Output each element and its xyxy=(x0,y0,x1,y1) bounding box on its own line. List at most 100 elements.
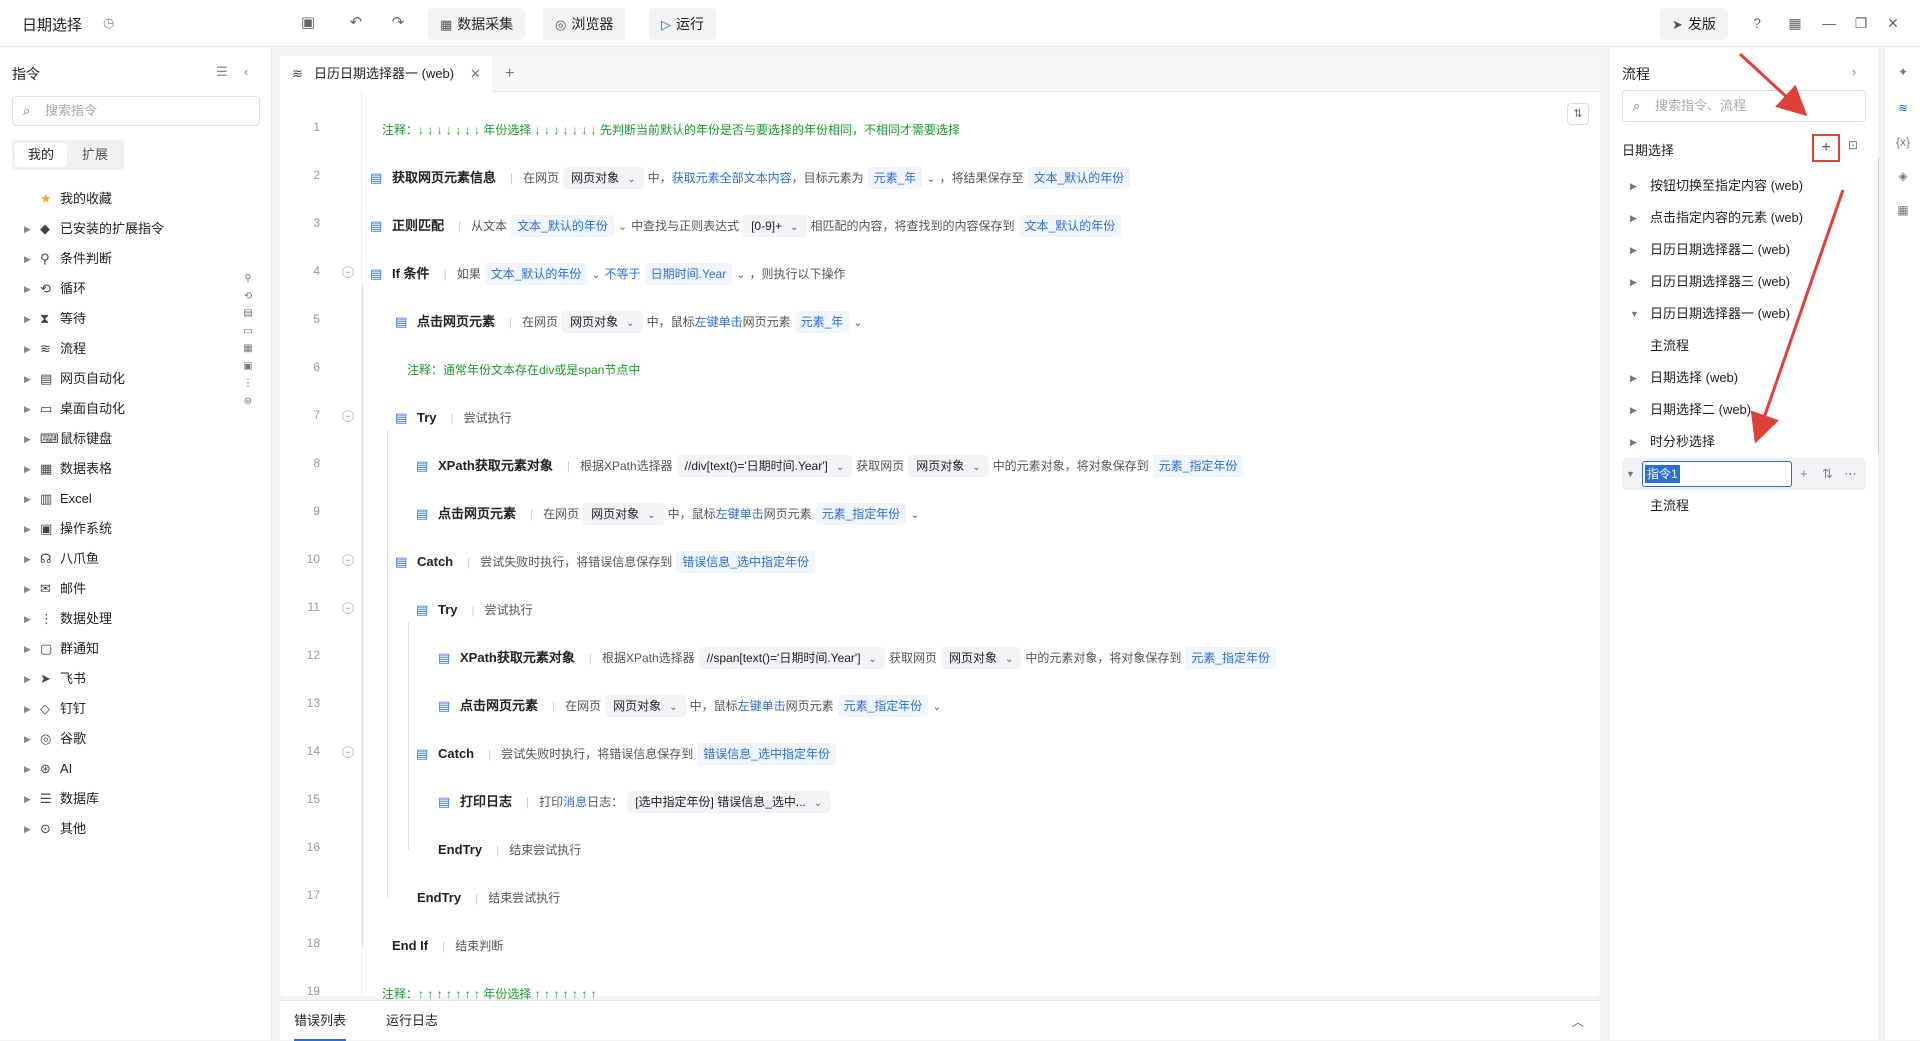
option-link[interactable]: 左键单击 xyxy=(695,315,743,329)
command-row[interactable]: 18 End If | 结束判断 xyxy=(280,922,1590,970)
param-select[interactable]: //span[text()='日期时间.Year'] ⌄ xyxy=(698,647,885,669)
option-link[interactable]: 消息 xyxy=(563,795,587,809)
category-item[interactable]: ★ 我的收藏 xyxy=(0,184,240,214)
undo-icon[interactable]: ↶ xyxy=(345,12,367,34)
close-icon[interactable]: ✕ xyxy=(1882,12,1904,34)
category-item[interactable]: ▶ ⧗ 等待 xyxy=(0,304,240,334)
flow-item[interactable]: ▶ 按钮切换至指定内容 (web) xyxy=(1610,170,1878,202)
command-row[interactable]: 11 − ▤ Try | 尝试执行 xyxy=(280,586,1590,634)
tab-mine[interactable]: 我的 xyxy=(15,143,67,167)
category-item[interactable]: ▶ ▣ 操作系统 xyxy=(0,514,240,544)
fold-icon[interactable]: − xyxy=(342,554,354,566)
redo-icon[interactable]: ↷ xyxy=(387,12,409,34)
command-row[interactable]: 9 ▤ 点击网页元素 | 在网页 网页对象 ⌄ 中，鼠标左键单击网页元素 元素_指定年份 ⌄ xyxy=(280,490,1590,538)
variable-chip[interactable]: 元素_指定年份 xyxy=(837,695,929,717)
flow-item[interactable]: ▶ 日历日期选择器二 (web) xyxy=(1610,234,1878,266)
param-select[interactable]: 网页对象 ⌄ xyxy=(583,503,664,525)
param-select[interactable]: 网页对象 ⌄ xyxy=(563,167,644,189)
category-item[interactable]: ▶ ▤ 网页自动化 xyxy=(0,364,240,394)
chevron-down-icon[interactable]: ⌄ xyxy=(910,509,919,521)
chevron-right-icon[interactable]: › xyxy=(1852,64,1856,79)
help-icon[interactable]: ? xyxy=(1746,12,1768,34)
close-tab-icon[interactable]: ✕ xyxy=(470,56,481,92)
table-icon[interactable]: ▦ xyxy=(238,340,258,358)
command-row[interactable]: 3 ▤ 正则匹配 | 从文本 文本_默认的年份 ⌄ 中查找与正则表达式 [0-9]+ ⌄ 相匹配的内… xyxy=(280,202,1590,250)
flow-icon[interactable]: ≋ xyxy=(1893,98,1913,118)
category-item[interactable]: ▶ ▥ Excel xyxy=(0,484,240,514)
category-item[interactable]: ▶ ☰ 数据库 xyxy=(0,784,240,814)
minimize-icon[interactable]: — xyxy=(1818,12,1840,34)
variable-icon[interactable]: {x} xyxy=(1893,132,1913,152)
param-select[interactable]: 网页对象 ⌄ xyxy=(908,455,989,477)
flow-item[interactable]: ▶ 点击指定内容的元素 (web) xyxy=(1610,202,1878,234)
category-item[interactable]: ▶ ◇ 钉钉 xyxy=(0,694,240,724)
flow-item[interactable]: ▼ 日历日期选择器一 (web) xyxy=(1610,298,1878,330)
command-row[interactable]: 17 EndTry | 结束尝试执行 xyxy=(280,874,1590,922)
flow-search-input[interactable]: ⌕ 搜索指令、流程 xyxy=(1622,90,1866,122)
category-item[interactable]: ▶ ⋮ 数据处理 xyxy=(0,604,240,634)
condition-icon[interactable]: ⚲ xyxy=(238,270,258,288)
chevron-down-icon[interactable]: ⌄ xyxy=(736,269,745,281)
run-button[interactable]: ▷ 运行 xyxy=(649,8,716,40)
category-item[interactable]: ▶ ◎ 谷歌 xyxy=(0,724,240,754)
command-row[interactable]: 4− ▤ If 条件 | 如果 文本_默认的年份 ⌄ 不等于 日期时间.Year ⌄ ，则执行以下操… xyxy=(280,250,1590,298)
param-select[interactable]: //div[text()='日期时间.Year'] ⌄ xyxy=(676,455,853,477)
param-select[interactable]: [选中指定年份] 错误信息_选中... ⌄ xyxy=(627,791,831,813)
option-link[interactable]: 左键单击 xyxy=(738,699,786,713)
flow-name-input[interactable]: 指令1 xyxy=(1642,461,1792,487)
variable-chip[interactable]: 日期时间.Year xyxy=(644,263,733,285)
chevron-down-icon[interactable]: ⌄ xyxy=(932,701,941,713)
variable-chip[interactable]: 文本_默认的年份 xyxy=(511,215,614,237)
option-link[interactable]: 不等于 xyxy=(605,267,641,281)
command-row[interactable]: 8 ▤ XPath获取元素对象 | 根据XPath选择器//div[text()='日期… xyxy=(280,442,1590,490)
command-row[interactable]: 12 ▤ XPath获取元素对象 | 根据XPath选择器//span[text()='… xyxy=(280,634,1590,682)
history-icon[interactable]: ◷ xyxy=(103,15,114,31)
flow-item[interactable]: ▶ 时分秒选择 xyxy=(1610,426,1878,458)
variable-chip[interactable]: 错误信息_选中指定年份 xyxy=(676,551,815,573)
option-link[interactable]: 左键单击 xyxy=(716,507,764,521)
chevron-down-icon[interactable]: ⌄ xyxy=(591,269,600,281)
data-icon[interactable]: ⋮ xyxy=(238,375,258,393)
collapse-icon[interactable]: ‹ xyxy=(244,64,248,79)
command-row[interactable]: 16 EndTry | 结束尝试执行 xyxy=(280,826,1590,874)
save-icon[interactable]: ▣ xyxy=(297,12,319,34)
browser-button[interactable]: ◎ 浏览器 xyxy=(543,8,626,40)
tab-flow[interactable]: ≋ 日历日期选择器一 (web) ✕ xyxy=(280,56,492,92)
category-item[interactable]: ▶ ⌨ 鼠标键盘 xyxy=(0,424,240,454)
command-search-input[interactable]: ⌕ 搜索指令 xyxy=(12,96,260,126)
add-flow-button[interactable]: + xyxy=(1812,134,1840,162)
restore-icon[interactable]: ❐ xyxy=(1850,12,1872,34)
category-item[interactable]: ▶ ◆ 已安装的扩展指令 xyxy=(0,214,240,244)
variable-chip[interactable]: 文本_默认的年份 xyxy=(484,263,588,285)
chevron-down-icon[interactable]: ⌄ xyxy=(853,317,862,329)
loop-icon[interactable]: ⟲ xyxy=(238,288,258,306)
publish-button[interactable]: ➤ 发版 xyxy=(1660,8,1728,40)
category-item[interactable]: ▶ ▢ 群通知 xyxy=(0,634,240,664)
add-icon[interactable]: + xyxy=(1800,458,1808,490)
variable-chip[interactable]: 文本_默认的年份 xyxy=(1027,167,1131,189)
fold-icon[interactable]: − xyxy=(342,266,354,278)
category-item[interactable]: ▶ ⊛ AI xyxy=(0,754,240,784)
param-select[interactable]: 网页对象 ⌄ xyxy=(605,695,686,717)
category-item[interactable]: ▶ ✉ 邮件 xyxy=(0,574,240,604)
variable-chip[interactable]: 元素_年 xyxy=(867,167,923,189)
category-item[interactable]: ▶ ➤ 飞书 xyxy=(0,664,240,694)
option-link[interactable]: 获取元素全部文本内容 xyxy=(672,171,792,185)
category-item[interactable]: ▶ ≋ 流程 xyxy=(0,334,240,364)
command-row[interactable]: 1 注释：↓ ↓ ↓ ↓ ↓ ↓ ↓ 年份选择 ↓ ↓ ↓ ↓ ↓ ↓ ↓ 先判断… xyxy=(280,106,1590,154)
tab-extensions[interactable]: 扩展 xyxy=(69,143,121,167)
command-row[interactable]: 2 ▤ 获取网页元素信息 | 在网页 网页对象 ⌄ 中，获取元素全部文本内容，目标元素为 元素_… xyxy=(280,154,1590,202)
chevron-up-icon[interactable]: ︿ xyxy=(1572,1013,1584,1030)
variable-chip[interactable]: 错误信息_选中指定年份 xyxy=(697,743,836,765)
command-row[interactable]: 14 − ▤ Catch | 尝试失败时执行，将错误信息保存到 错误信息_选中指定年份 xyxy=(280,730,1590,778)
more-icon[interactable]: ⋯ xyxy=(1844,458,1857,490)
system-icon[interactable]: ▣ xyxy=(238,358,258,376)
desktop-icon[interactable]: ▭ xyxy=(238,323,258,341)
layers-icon[interactable]: ◈ xyxy=(1893,166,1913,186)
add-tab-icon[interactable]: + xyxy=(505,56,514,92)
variable-chip[interactable]: 元素_年 xyxy=(794,311,850,333)
data-collect-button[interactable]: ▦ 数据采集 xyxy=(428,8,526,40)
flow-item[interactable]: ▶ 日期选择 (web) xyxy=(1610,362,1878,394)
grid-icon[interactable]: ▦ xyxy=(1784,12,1806,34)
variable-chip[interactable]: 元素_指定年份 xyxy=(1152,455,1244,477)
